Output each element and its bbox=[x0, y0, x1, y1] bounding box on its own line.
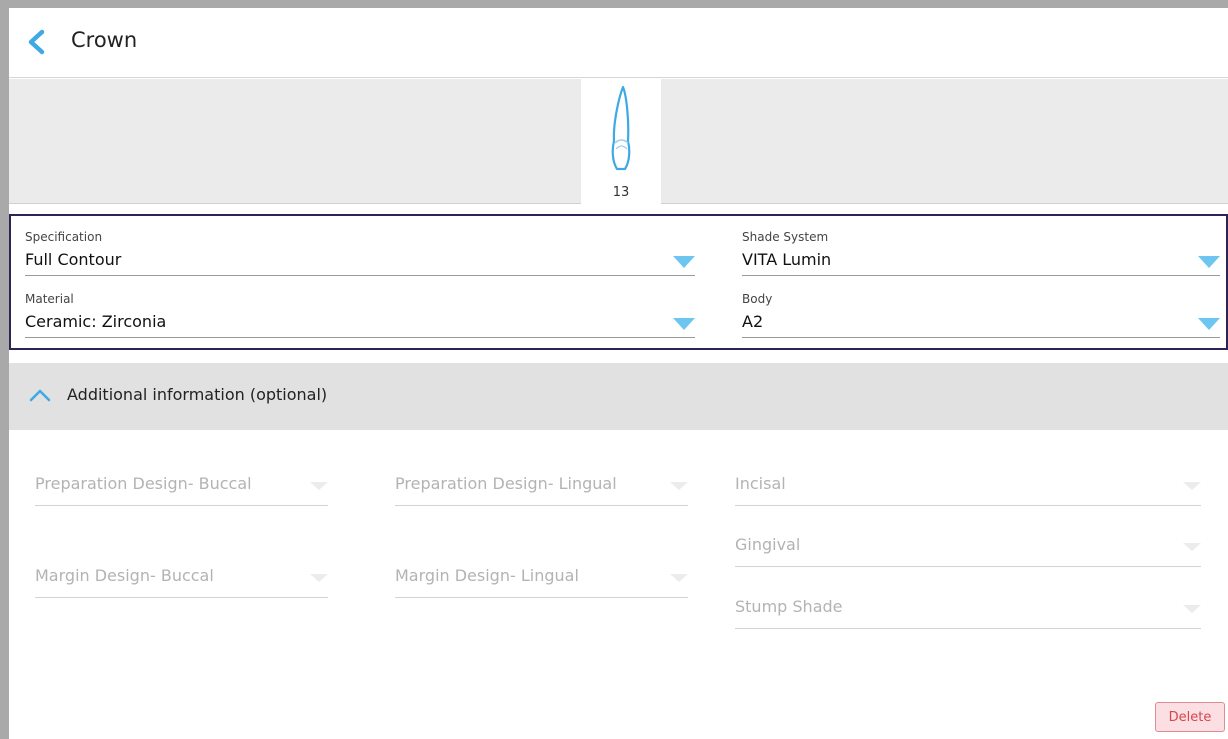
back-button[interactable] bbox=[21, 26, 51, 58]
caret-down-icon bbox=[310, 574, 328, 582]
additional-info-toggle[interactable]: Additional information (optional) bbox=[9, 363, 1228, 430]
shade-system-label: Shade System bbox=[742, 230, 829, 244]
caret-down-icon bbox=[1183, 605, 1201, 613]
page-title: Crown bbox=[71, 28, 138, 52]
tooth-card-13[interactable]: 13 bbox=[581, 79, 661, 204]
gingival-underline bbox=[735, 566, 1201, 567]
margin-design-buccal-value: Margin Design- Buccal bbox=[35, 566, 214, 585]
specification-box: Specification Full Contour Shade System … bbox=[9, 214, 1228, 350]
prep-design-buccal-dropdown[interactable]: Preparation Design- Buccal bbox=[35, 460, 328, 506]
gingival-value: Gingival bbox=[735, 535, 801, 554]
specification-value: Full Contour bbox=[25, 250, 122, 269]
stump-shade-dropdown[interactable]: Stump Shade bbox=[735, 583, 1201, 629]
caret-down-icon bbox=[1198, 318, 1220, 330]
caret-down-icon bbox=[1183, 543, 1201, 551]
material-label: Material bbox=[25, 292, 74, 306]
margin-design-lingual-underline bbox=[395, 597, 688, 598]
body-underline bbox=[742, 337, 1220, 338]
tooth-icon bbox=[611, 85, 631, 171]
margin-design-lingual-dropdown[interactable]: Margin Design- Lingual bbox=[395, 552, 688, 598]
caret-down-icon bbox=[673, 318, 695, 330]
body-label: Body bbox=[742, 292, 773, 306]
margin-design-buccal-underline bbox=[35, 597, 328, 598]
stump-shade-value: Stump Shade bbox=[735, 597, 843, 616]
incisal-value: Incisal bbox=[735, 474, 786, 493]
margin-design-lingual-value: Margin Design- Lingual bbox=[395, 566, 579, 585]
prep-design-lingual-dropdown[interactable]: Preparation Design- Lingual bbox=[395, 460, 688, 506]
shade-system-value: VITA Lumin bbox=[742, 250, 832, 269]
tooth-strip: 13 bbox=[9, 79, 1228, 204]
crown-panel: Crown 13 Specification Full Contour Shad… bbox=[9, 8, 1228, 739]
delete-button[interactable]: Delete bbox=[1155, 702, 1225, 732]
prep-design-lingual-underline bbox=[395, 505, 688, 506]
prep-design-buccal-underline bbox=[35, 505, 328, 506]
material-underline bbox=[25, 337, 695, 338]
material-value: Ceramic: Zirconia bbox=[25, 312, 167, 331]
specification-label: Specification bbox=[25, 230, 103, 244]
caret-down-icon bbox=[1198, 256, 1220, 268]
caret-down-icon bbox=[670, 574, 688, 582]
caret-down-icon bbox=[310, 482, 328, 490]
header: Crown bbox=[9, 8, 1228, 78]
margin-design-buccal-dropdown[interactable]: Margin Design- Buccal bbox=[35, 552, 328, 598]
specification-dropdown[interactable]: Specification Full Contour bbox=[25, 220, 695, 276]
tooth-number: 13 bbox=[612, 185, 630, 200]
shade-system-underline bbox=[742, 275, 1220, 276]
body-value: A2 bbox=[742, 312, 764, 331]
prep-design-lingual-value: Preparation Design- Lingual bbox=[395, 474, 617, 493]
material-dropdown[interactable]: Material Ceramic: Zirconia bbox=[25, 282, 695, 338]
gingival-dropdown[interactable]: Gingival bbox=[735, 521, 1201, 567]
prep-design-buccal-value: Preparation Design- Buccal bbox=[35, 474, 252, 493]
specification-underline bbox=[25, 275, 695, 276]
body-dropdown[interactable]: Body A2 bbox=[742, 282, 1220, 338]
stump-shade-underline bbox=[735, 628, 1201, 629]
caret-down-icon bbox=[673, 256, 695, 268]
incisal-dropdown[interactable]: Incisal bbox=[735, 460, 1201, 506]
additional-info-label: Additional information (optional) bbox=[67, 385, 328, 404]
incisal-underline bbox=[735, 505, 1201, 506]
chevron-left-icon bbox=[28, 29, 45, 55]
caret-down-icon bbox=[670, 482, 688, 490]
chevron-up-icon bbox=[29, 389, 51, 402]
shade-system-dropdown[interactable]: Shade System VITA Lumin bbox=[742, 220, 1220, 276]
caret-down-icon bbox=[1183, 482, 1201, 490]
